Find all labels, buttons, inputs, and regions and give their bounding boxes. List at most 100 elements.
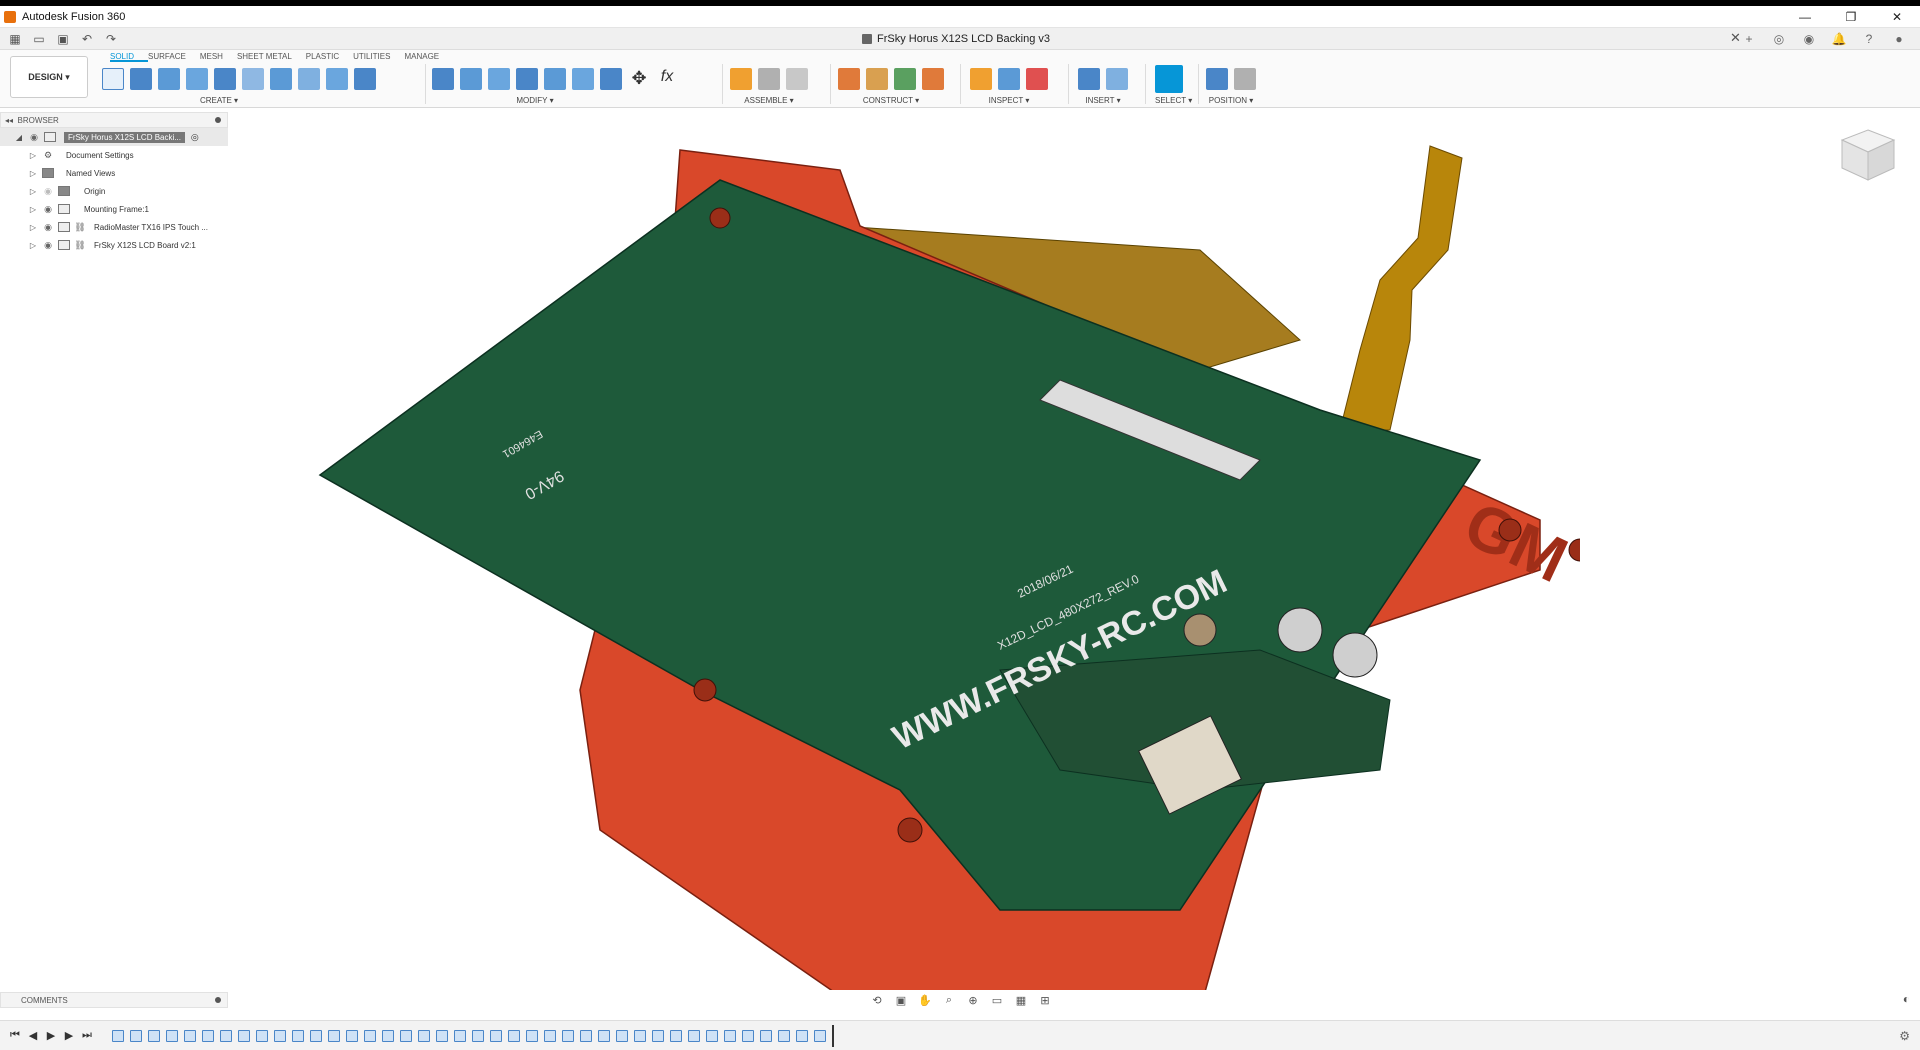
new-tab-icon[interactable]: + [1742, 32, 1756, 46]
browser-item-origin[interactable]: ▷ ◉ Origin [0, 182, 228, 200]
avatar[interactable]: ● [1892, 32, 1906, 46]
construct-menu[interactable]: CONSTRUCT [863, 96, 913, 105]
combine-icon[interactable] [544, 68, 566, 90]
close-icon[interactable]: ✕ [1874, 6, 1920, 28]
timeline-feature-icon[interactable] [490, 1029, 502, 1042]
timeline-feature-icon[interactable] [220, 1029, 232, 1042]
joint-icon[interactable] [758, 68, 780, 90]
browser-item-lcd-board[interactable]: ▷ ◉ ⛓ FrSky X12S LCD Board v2:1 [0, 236, 228, 254]
timeline-feature-icon[interactable] [472, 1029, 484, 1042]
file-icon[interactable]: ▭ [30, 30, 48, 48]
expand-icon[interactable]: ▷ [28, 151, 38, 160]
measure-icon[interactable] [970, 68, 992, 90]
collapse-icon[interactable]: ◢ [14, 133, 24, 142]
timeline-prev-icon[interactable]: ◀ [24, 1029, 42, 1042]
grid-menu-icon[interactable]: ▦ [6, 30, 24, 48]
plane-at-angle-icon[interactable] [866, 68, 888, 90]
timeline-feature-icon[interactable] [616, 1029, 628, 1042]
display-settings-icon[interactable]: ▭ [990, 993, 1004, 1007]
timeline-feature-icon[interactable] [454, 1029, 466, 1042]
visibility-icon[interactable]: ◉ [42, 240, 54, 251]
pan-icon[interactable]: ✋ [918, 993, 932, 1007]
chamfer-icon[interactable] [488, 68, 510, 90]
undo-icon[interactable]: ↶ [78, 30, 96, 48]
timeline-feature-icon[interactable] [400, 1029, 412, 1042]
tab-mesh[interactable]: MESH [200, 50, 237, 62]
select-icon[interactable] [1155, 65, 1183, 93]
tab-manage[interactable]: MANAGE [404, 50, 453, 62]
revert-position-icon[interactable] [1234, 68, 1256, 90]
timeline-feature-icon[interactable] [526, 1029, 538, 1042]
viewcube[interactable] [1838, 126, 1898, 186]
browser-header[interactable]: ◂◂ BROWSER [0, 112, 228, 128]
press-pull-icon[interactable] [432, 68, 454, 90]
timeline-feature-icon[interactable] [796, 1029, 808, 1042]
restore-icon[interactable]: ❐ [1828, 6, 1874, 28]
expand-icon[interactable]: ▷ [28, 241, 38, 250]
offset-plane-icon[interactable] [838, 68, 860, 90]
align-icon[interactable] [600, 68, 622, 90]
look-at-icon[interactable]: ▣ [894, 993, 908, 1007]
timeline-feature-icon[interactable] [274, 1029, 286, 1042]
tab-utilities[interactable]: UTILITIES [353, 50, 404, 62]
as-built-joint-icon[interactable] [786, 68, 808, 90]
insert-menu[interactable]: INSERT [1085, 96, 1114, 105]
timeline-feature-icon[interactable] [814, 1029, 826, 1042]
expand-icon[interactable]: ▷ [28, 169, 38, 178]
sketch-icon[interactable] [102, 68, 124, 90]
inspect-menu[interactable]: INSPECT [989, 96, 1024, 105]
timeline-feature-icon[interactable] [724, 1029, 736, 1042]
expand-icon[interactable]: ▷ [28, 205, 38, 214]
viewports-icon[interactable]: ⊞ [1038, 993, 1052, 1007]
timeline-feature-icon[interactable] [310, 1029, 322, 1042]
document-tab[interactable]: FrSky Horus X12S LCD Backing v3 [862, 28, 1050, 50]
insert-derive-icon[interactable] [1106, 68, 1128, 90]
assemble-menu[interactable]: ASSEMBLE [744, 96, 787, 105]
revolve-icon[interactable] [158, 68, 180, 90]
new-component-icon[interactable] [730, 68, 752, 90]
redo-icon[interactable]: ↷ [102, 30, 120, 48]
fillet-icon[interactable] [460, 68, 482, 90]
tab-surface[interactable]: SURFACE [148, 50, 200, 62]
section-analysis-icon[interactable] [998, 68, 1020, 90]
timeline-feature-icon[interactable] [364, 1029, 376, 1042]
tab-plastic[interactable]: PLASTIC [306, 50, 353, 62]
position-menu[interactable]: POSITION [1209, 96, 1247, 105]
tab-solid[interactable]: SOLID [110, 50, 149, 62]
comments-panel[interactable]: COMMENTS [0, 992, 228, 1008]
shell-icon[interactable] [516, 68, 538, 90]
split-icon[interactable] [572, 68, 594, 90]
timeline-next-icon[interactable]: ▶ [60, 1029, 78, 1042]
timeline-feature-icon[interactable] [652, 1029, 664, 1042]
timeline-feature-icon[interactable] [778, 1029, 790, 1042]
browser-item-document-settings[interactable]: ▷ ⚙ Document Settings [0, 146, 228, 164]
save-icon[interactable]: ▣ [54, 30, 72, 48]
orbit-icon[interactable]: ⟲ [870, 993, 884, 1007]
create-menu[interactable]: CREATE [200, 96, 232, 105]
timeline-feature-icon[interactable] [382, 1029, 394, 1042]
timeline-feature-icon[interactable] [184, 1029, 196, 1042]
timeline-feature-icon[interactable] [418, 1029, 430, 1042]
timeline-feature-icon[interactable] [562, 1029, 574, 1042]
timeline-feature-icon[interactable] [112, 1029, 124, 1042]
minimize-icon[interactable]: — [1782, 6, 1828, 28]
insert-image-icon[interactable] [1078, 68, 1100, 90]
job-status-icon[interactable]: ◎ [1772, 32, 1786, 46]
timeline-feature-icon[interactable] [238, 1029, 250, 1042]
timeline-feature-icon[interactable] [544, 1029, 556, 1042]
expand-icon[interactable]: ▷ [28, 223, 38, 232]
zoom-icon[interactable]: ⌕ [942, 993, 956, 1007]
timeline-feature-icon[interactable] [256, 1029, 268, 1042]
timeline-feature-icon[interactable] [328, 1029, 340, 1042]
comments-pin-icon[interactable] [215, 997, 221, 1003]
help-icon[interactable]: ? [1862, 32, 1876, 46]
timeline-marker[interactable] [832, 1024, 834, 1047]
expand-icon[interactable]: ▷ [28, 187, 38, 196]
timeline-gear-icon[interactable]: ⚙ [1899, 1029, 1910, 1043]
workspace-switcher[interactable]: DESIGN ▾ [10, 56, 88, 98]
timeline-play-icon[interactable]: ▶ [42, 1029, 60, 1042]
activate-icon[interactable]: ◎ [191, 132, 199, 143]
capture-position-icon[interactable] [1206, 68, 1228, 90]
visibility-icon[interactable]: ◉ [28, 132, 40, 143]
visibility-icon[interactable]: ◉ [42, 186, 54, 197]
